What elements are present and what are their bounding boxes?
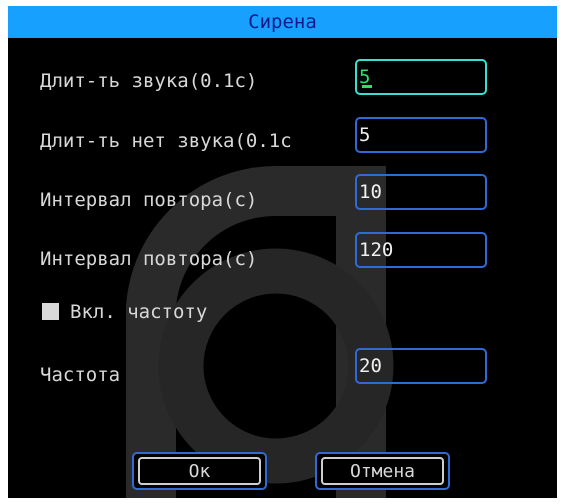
dialog-title: Сирена xyxy=(248,11,317,33)
repeat-interval-1-value: 10 xyxy=(359,181,382,203)
silence-duration-value: 5 xyxy=(359,124,371,146)
sound-duration-label: Длит-ть звука(0.1с) xyxy=(40,70,258,92)
text-caret xyxy=(362,85,372,88)
sound-duration-input[interactable]: 5 xyxy=(355,59,487,95)
cancel-button[interactable]: Отмена xyxy=(315,452,450,490)
repeat-interval-2-input[interactable]: 120 xyxy=(355,232,487,268)
ok-button-label: Ок xyxy=(138,457,261,485)
siren-dialog: Сирена Длит-ть звука(0.1с) 5 Длит-ть нет… xyxy=(8,6,557,498)
enable-frequency-label: Вкл. частоту xyxy=(70,301,208,323)
repeat-interval-1-input[interactable]: 10 xyxy=(355,174,487,210)
repeat-interval-2-label: Интервал повтора(с) xyxy=(40,248,258,270)
silence-duration-label: Длит-ть нет звука(0.1с xyxy=(40,130,292,152)
repeat-interval-2-value: 120 xyxy=(359,239,394,261)
frequency-input[interactable]: 20 xyxy=(355,348,487,384)
frequency-label: Частота xyxy=(40,364,121,386)
silence-duration-input[interactable]: 5 xyxy=(355,117,487,153)
enable-frequency-checkbox[interactable] xyxy=(42,303,59,320)
ok-button[interactable]: Ок xyxy=(132,452,267,490)
dialog-title-bar: Сирена xyxy=(8,6,557,38)
frequency-value: 20 xyxy=(359,355,382,377)
cancel-button-label: Отмена xyxy=(321,457,444,485)
repeat-interval-1-label: Интервал повтора(с) xyxy=(40,189,258,211)
